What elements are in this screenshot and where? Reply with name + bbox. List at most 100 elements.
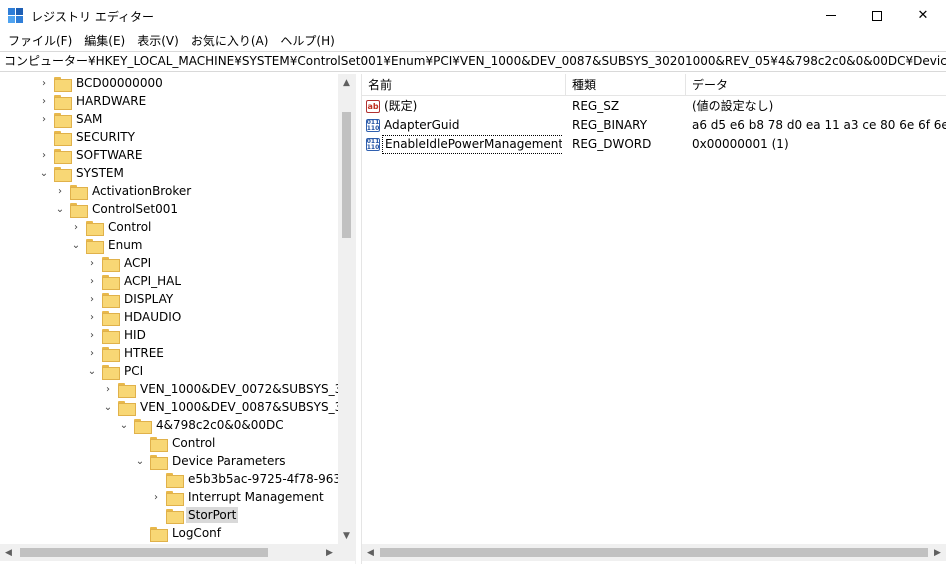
title-bar[interactable]: レジストリ エディター ✕ bbox=[0, 0, 946, 31]
tree-node[interactable]: ⌄ ControlSet001 bbox=[54, 200, 180, 218]
menu-file[interactable]: ファイル(F) bbox=[2, 31, 78, 51]
tree-node-label: SAM bbox=[76, 112, 103, 126]
folder-icon bbox=[54, 148, 72, 164]
tree-node[interactable]: › DISPLAY bbox=[86, 290, 175, 308]
scroll-left-icon[interactable]: ◀ bbox=[0, 544, 17, 561]
scroll-up-icon[interactable]: ▲ bbox=[338, 74, 355, 91]
tree-node[interactable]: › Control bbox=[70, 218, 153, 236]
chevron-right-icon[interactable]: › bbox=[38, 74, 50, 92]
tree-node-label: ControlSet001 bbox=[92, 202, 178, 216]
tree-node[interactable]: ⌄ Enum bbox=[70, 236, 144, 254]
tree-vertical-scrollbar[interactable]: ▲ ▼ bbox=[338, 74, 355, 544]
column-header-data[interactable]: データ bbox=[686, 74, 946, 96]
tree-horizontal-scroll-thumb[interactable] bbox=[20, 548, 268, 557]
chevron-right-icon[interactable]: › bbox=[70, 218, 82, 236]
scrollbar-corner bbox=[338, 544, 355, 561]
value-row-enableidlepowermanagement[interactable]: 011 110 EnableIdlePowerManagement REG_DWO… bbox=[362, 135, 946, 154]
close-button[interactable]: ✕ bbox=[900, 0, 946, 31]
chevron-down-icon[interactable]: ⌄ bbox=[38, 164, 50, 182]
tree-node-label: HTREE bbox=[124, 346, 164, 360]
menu-edit[interactable]: 編集(E) bbox=[78, 31, 131, 51]
scroll-right-icon[interactable]: ▶ bbox=[321, 544, 338, 561]
scroll-right-icon[interactable]: ▶ bbox=[929, 544, 946, 561]
column-header-name[interactable]: 名前 bbox=[362, 74, 566, 96]
chevron-right-icon[interactable]: › bbox=[86, 290, 98, 308]
tree-node[interactable]: › SAM bbox=[38, 110, 104, 128]
folder-icon bbox=[86, 238, 104, 254]
tree-node[interactable]: ⌄ SYSTEM bbox=[38, 164, 126, 182]
address-bar[interactable]: コンピューター¥HKEY_LOCAL_MACHINE¥SYSTEM¥Contro… bbox=[0, 51, 946, 72]
tree-node[interactable]: › HID bbox=[86, 326, 148, 344]
tree-node[interactable]: › Interrupt Management bbox=[150, 488, 326, 506]
registry-editor-icon bbox=[8, 8, 24, 24]
chevron-right-icon[interactable]: › bbox=[86, 272, 98, 290]
tree-node-label: DISPLAY bbox=[124, 292, 174, 306]
tree-horizontal-scrollbar[interactable]: ◀ ▶ bbox=[0, 544, 338, 561]
tree-node[interactable]: e5b3b5ac-9725-4f78-963f-03 bbox=[150, 470, 338, 488]
values-list[interactable]: 名前 種類 データ ab (既定) REG_SZ (値の設定なし) 011 110… bbox=[362, 74, 946, 564]
scroll-left-icon[interactable]: ◀ bbox=[362, 544, 379, 561]
chevron-right-icon[interactable]: › bbox=[150, 488, 162, 506]
tree-node[interactable]: › ActivationBroker bbox=[54, 182, 193, 200]
tree-node[interactable]: › SOFTWARE bbox=[38, 146, 144, 164]
chevron-right-icon[interactable]: › bbox=[54, 182, 66, 200]
maximize-button[interactable] bbox=[854, 0, 900, 31]
value-name: EnableIdlePowerManagement bbox=[382, 135, 562, 154]
chevron-right-icon[interactable]: › bbox=[86, 326, 98, 344]
tree-node[interactable]: ⌄ PCI bbox=[86, 362, 145, 380]
scroll-down-icon[interactable]: ▼ bbox=[338, 527, 355, 544]
tree-node[interactable]: SECURITY bbox=[38, 128, 137, 146]
list-horizontal-scrollbar[interactable]: ◀ ▶ bbox=[362, 544, 946, 561]
chevron-down-icon[interactable]: ⌄ bbox=[86, 362, 98, 380]
tree-node[interactable]: ⌄ VEN_1000&DEV_0087&SUBSYS_302010 bbox=[102, 398, 338, 416]
value-type: REG_DWORD bbox=[572, 137, 652, 151]
tree-node[interactable]: Control bbox=[134, 434, 217, 452]
tree-view[interactable]: › BCD00000000 › HARDWARE › SAM SECURITY › SOFTWA… bbox=[0, 74, 338, 544]
column-header-type[interactable]: 種類 bbox=[566, 74, 686, 96]
tree-node[interactable]: › BCD00000000 bbox=[38, 74, 165, 92]
tree-node[interactable]: › HDAUDIO bbox=[86, 308, 183, 326]
chevron-right-icon[interactable]: › bbox=[38, 146, 50, 164]
value-type: REG_BINARY bbox=[572, 118, 648, 132]
menu-view[interactable]: 表示(V) bbox=[131, 31, 185, 51]
tree-vertical-scroll-thumb[interactable] bbox=[342, 112, 351, 238]
chevron-down-icon[interactable]: ⌄ bbox=[102, 398, 114, 416]
tree-pane[interactable]: › BCD00000000 › HARDWARE › SAM SECURITY › SOFTWA… bbox=[0, 74, 356, 564]
tree-node[interactable]: ⌄ 4&798c2c0&0&00DC bbox=[118, 416, 286, 434]
chevron-down-icon[interactable]: ⌄ bbox=[70, 236, 82, 254]
chevron-right-icon[interactable]: › bbox=[86, 308, 98, 326]
chevron-right-icon[interactable]: › bbox=[86, 254, 98, 272]
tree-node-label: Interrupt Management bbox=[188, 490, 324, 504]
binary-value-icon: 011 110 bbox=[366, 137, 380, 151]
value-row-default[interactable]: ab (既定) REG_SZ (値の設定なし) bbox=[362, 97, 946, 116]
close-icon: ✕ bbox=[917, 8, 929, 23]
folder-icon bbox=[166, 490, 184, 506]
tree-node[interactable]: › VEN_1000&DEV_0072&SUBSYS_302010 bbox=[102, 380, 338, 398]
tree-node[interactable]: › HARDWARE bbox=[38, 92, 148, 110]
value-row-adapterguid[interactable]: 011 110 AdapterGuid REG_BINARY a6 d5 e6 b… bbox=[362, 116, 946, 135]
minimize-button[interactable] bbox=[808, 0, 854, 31]
chevron-right-icon[interactable]: › bbox=[86, 344, 98, 362]
chevron-right-icon[interactable]: › bbox=[38, 110, 50, 128]
chevron-down-icon[interactable]: ⌄ bbox=[118, 416, 130, 434]
tree-node[interactable]: › ACPI bbox=[86, 254, 153, 272]
tree-node-label: HID bbox=[124, 328, 146, 342]
folder-icon bbox=[102, 256, 120, 272]
chevron-right-icon[interactable]: › bbox=[38, 92, 50, 110]
chevron-right-icon[interactable]: › bbox=[102, 380, 114, 398]
chevron-down-icon[interactable]: ⌄ bbox=[134, 452, 146, 470]
chevron-down-icon[interactable]: ⌄ bbox=[54, 200, 66, 218]
menu-help[interactable]: ヘルプ(H) bbox=[274, 31, 340, 51]
list-horizontal-scroll-thumb[interactable] bbox=[380, 548, 928, 557]
window-title: レジストリ エディター bbox=[31, 10, 154, 24]
folder-icon bbox=[54, 76, 72, 92]
tree-node[interactable]: › HTREE bbox=[86, 344, 166, 362]
folder-icon bbox=[166, 508, 184, 524]
menu-favorites[interactable]: お気に入り(A) bbox=[185, 31, 275, 51]
tree-node[interactable]: StorPort bbox=[150, 506, 239, 524]
tree-node[interactable]: LogConf bbox=[134, 524, 223, 542]
folder-icon bbox=[54, 94, 72, 110]
no-expander bbox=[134, 524, 146, 542]
tree-node[interactable]: ⌄ Device Parameters bbox=[134, 452, 288, 470]
tree-node[interactable]: › ACPI_HAL bbox=[86, 272, 183, 290]
